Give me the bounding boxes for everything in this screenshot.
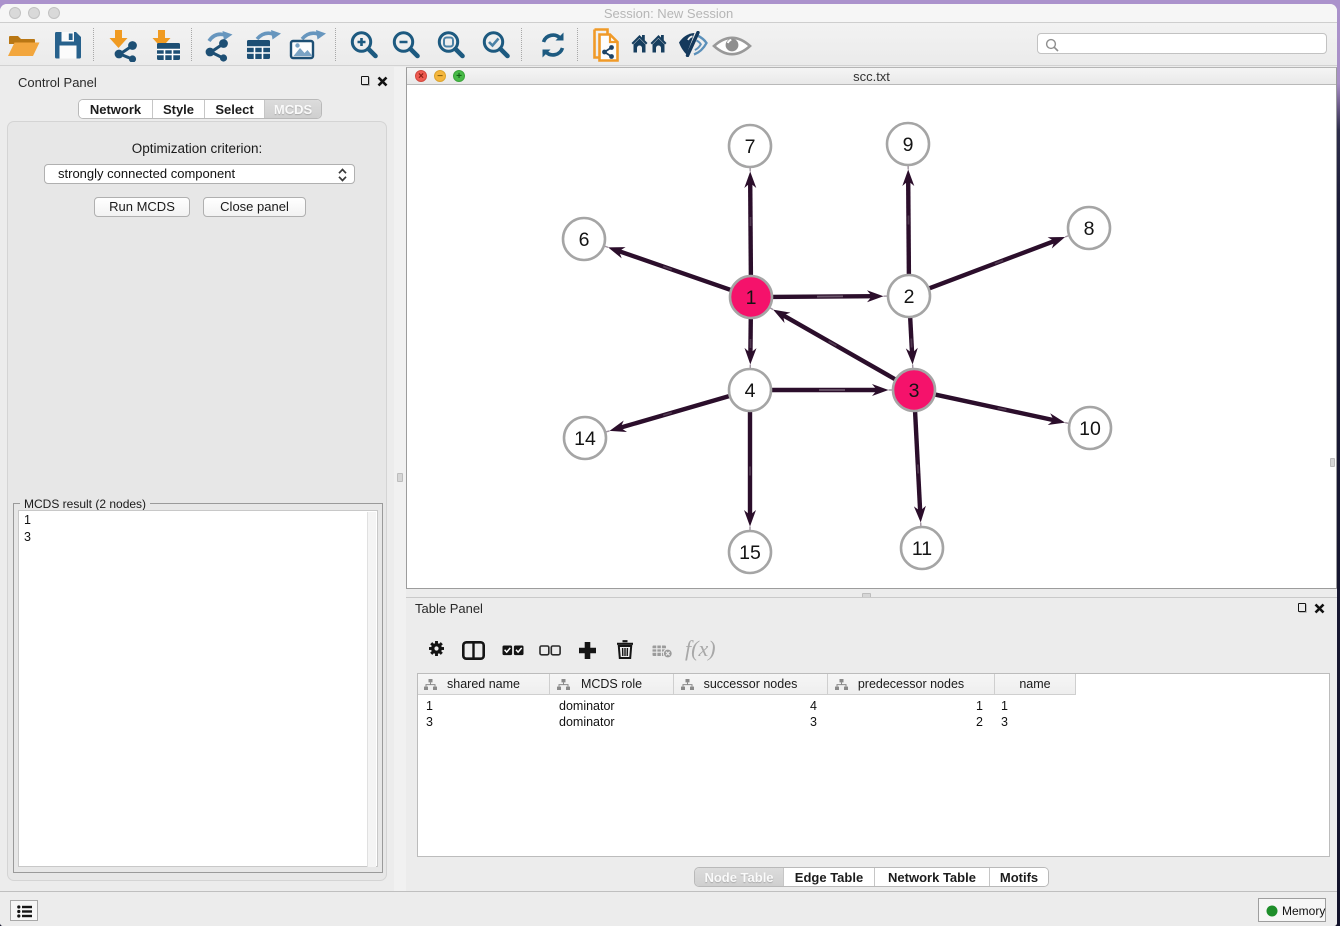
svg-text:7: 7 bbox=[745, 136, 756, 158]
svg-text:10: 10 bbox=[1079, 418, 1101, 440]
svg-text:14: 14 bbox=[574, 428, 596, 450]
svg-text:2: 2 bbox=[904, 286, 915, 308]
svg-text:8: 8 bbox=[1084, 218, 1095, 240]
svg-text:9: 9 bbox=[903, 134, 914, 156]
svg-text:6: 6 bbox=[579, 229, 590, 251]
svg-text:15: 15 bbox=[739, 542, 761, 564]
svg-text:4: 4 bbox=[745, 380, 756, 402]
svg-text:11: 11 bbox=[912, 538, 932, 560]
svg-text:3: 3 bbox=[909, 380, 920, 402]
svg-text:1: 1 bbox=[746, 287, 757, 309]
